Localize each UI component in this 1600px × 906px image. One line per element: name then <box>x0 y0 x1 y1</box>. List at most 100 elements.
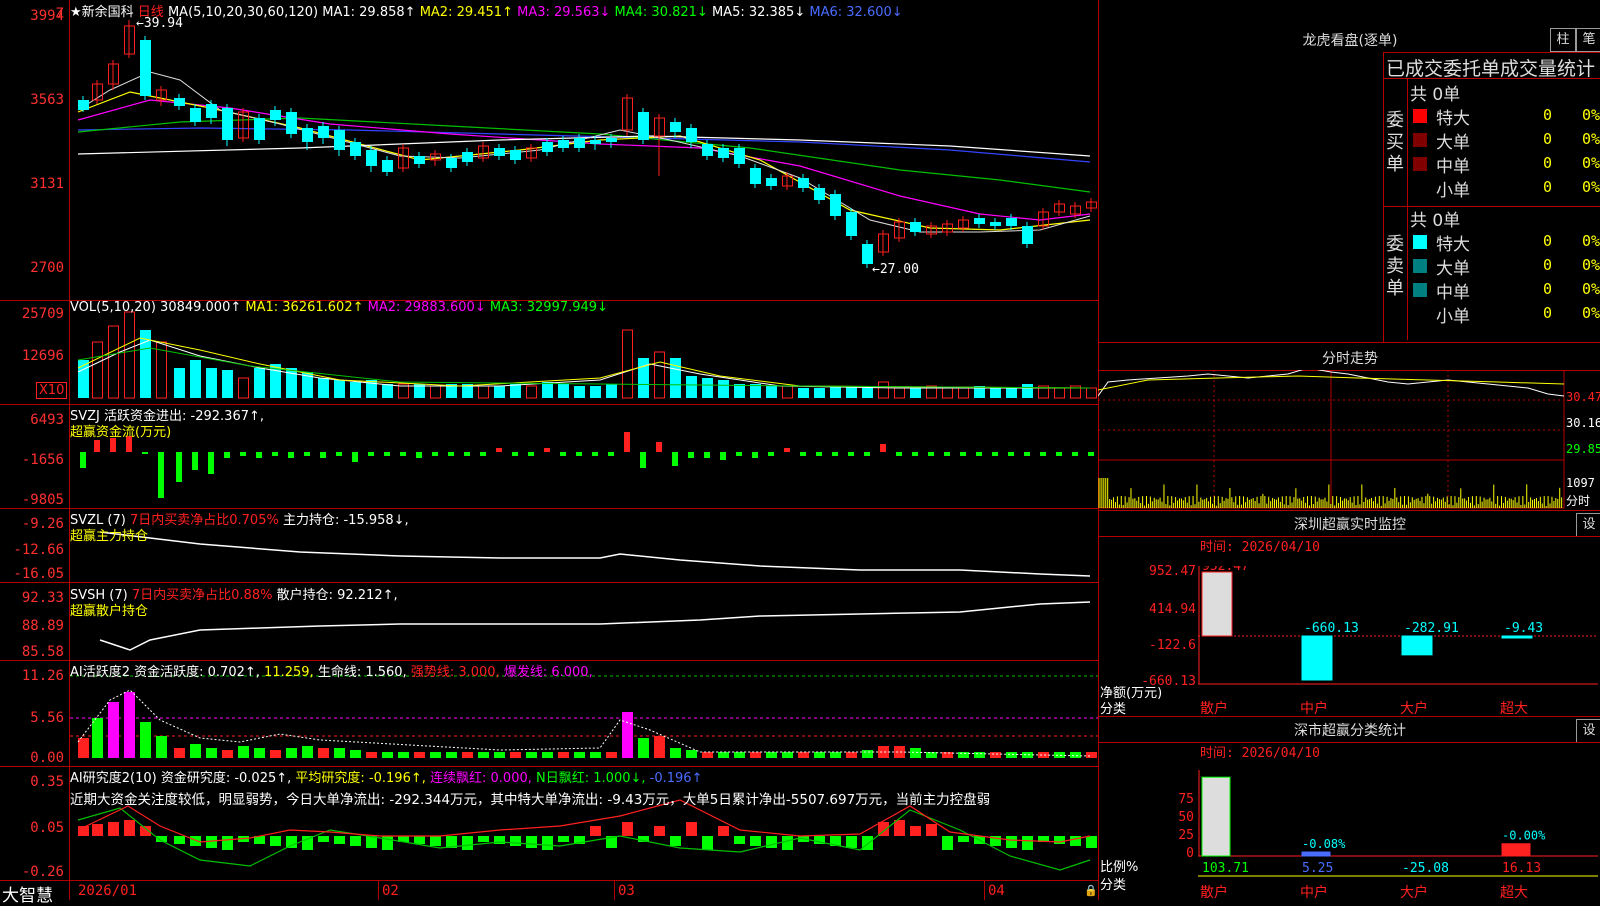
ai1-v2: 11.259, <box>264 665 314 680</box>
vol-label: VOL(5,10,20) <box>70 300 156 315</box>
ai2-bar <box>894 820 905 836</box>
volume-bar <box>108 325 119 399</box>
intraday-vol-axis: 1097 <box>1566 476 1595 490</box>
svzl-axis-1: -9.26 <box>21 516 64 532</box>
ai1-bar <box>254 748 265 758</box>
volume-bar <box>206 368 217 398</box>
date-label-4: 04 <box>988 883 1005 899</box>
ai1-bar <box>942 752 953 758</box>
candle-body <box>974 218 985 224</box>
ai2-axis-3: -0.26 <box>21 864 64 880</box>
volume-bar <box>334 380 345 398</box>
stats-category-3: 超大 <box>1500 885 1528 901</box>
candle-body <box>846 212 857 236</box>
ai1-bar <box>318 748 329 758</box>
vol-ma3: MA3: 32997.949↓ <box>489 300 608 315</box>
ai2-bar <box>1070 836 1081 846</box>
stats-settings-button[interactable]: 设 <box>1576 719 1600 743</box>
svzj-bar <box>480 452 486 456</box>
ai1-header: AI活跃度2 资金活跃度: 0.702↑, 11.259, 生命线: 1.560… <box>70 661 593 680</box>
buy-row-pct: 0% <box>1581 154 1600 172</box>
stats-category-2: 大户 <box>1400 885 1428 901</box>
svzj-bar <box>896 452 902 456</box>
ai1-bar <box>654 736 665 758</box>
candle-body <box>1022 226 1033 244</box>
ai1-bar <box>350 750 361 758</box>
tick-mode-button[interactable]: 笔 <box>1576 28 1600 52</box>
vol-axis-2: 12696 <box>21 348 64 364</box>
sell-row-value: 0 <box>1542 304 1552 322</box>
stats-chart: 103.71 5.25 -0.08% -25.08 16.13 -0.00% <box>1198 770 1598 877</box>
ai1-bar <box>990 752 1001 758</box>
volume-bar <box>686 376 697 398</box>
monitor-axis-2: 414.94 <box>1149 602 1196 617</box>
candle-body <box>222 108 233 140</box>
ai1-bar <box>974 752 985 758</box>
ai2-bar <box>1054 836 1065 844</box>
svzj-bar <box>336 452 342 456</box>
bar-mode-button[interactable]: 柱 <box>1550 28 1576 52</box>
stats-time: 时间: 2026/04/10 <box>1200 746 1320 761</box>
svzl-ratio: 7日内买卖净占比0.705% <box>129 513 279 528</box>
monitor-top-border <box>1098 510 1600 511</box>
sell-row-label: 小单 <box>1436 307 1470 327</box>
candle-body <box>350 142 361 156</box>
ai1-bar <box>638 738 649 758</box>
ai1-bars <box>78 692 1097 758</box>
monitor-chart: 952.47 -660.13 -282.91 -9.43 <box>1198 566 1598 685</box>
candle-body <box>574 138 585 148</box>
ai1-v3: 生命线: 1.560, <box>317 665 407 680</box>
monitor-title: 深圳超赢实时监控 <box>1294 517 1406 533</box>
stock-name[interactable]: ★新余国科 <box>70 5 134 20</box>
date-label-3: 03 <box>618 883 635 899</box>
lock-icon[interactable]: 🔒 <box>1084 884 1098 897</box>
sell-row-label: 中单 <box>1436 283 1470 303</box>
ai1-bar <box>124 692 135 758</box>
svzj-bar <box>752 452 758 458</box>
svsh-line <box>99 601 1091 651</box>
volume-bar <box>318 378 329 398</box>
ai1-bar <box>862 750 873 758</box>
ai2-bar <box>718 826 729 836</box>
candle-body <box>814 188 825 200</box>
stats-bar-0 <box>1201 776 1231 857</box>
dragon-top-border <box>1383 52 1600 53</box>
sell-row-pct: 0% <box>1581 256 1600 274</box>
svzj-bar <box>640 452 646 468</box>
ma2-value: MA2: 29.451↑ <box>419 5 513 20</box>
vol-ma1: MA1: 36261.602↑ <box>245 300 364 315</box>
monitor-bar-label-3: -9.43 <box>1504 621 1543 636</box>
volume-bar <box>878 381 889 399</box>
volume-bar <box>622 329 633 399</box>
volume-bar <box>1022 384 1033 398</box>
volume-bar <box>830 386 841 398</box>
svzj-bar <box>304 452 310 456</box>
monitor-settings-button[interactable]: 设 <box>1576 513 1600 537</box>
svsh-axis-2: 88.89 <box>21 618 64 634</box>
volume-bar <box>734 384 745 398</box>
svsh-axis-1: 92.33 <box>21 590 64 606</box>
main-chart-canvas[interactable] <box>0 0 1098 900</box>
monitor-category-1: 中户 <box>1300 701 1328 717</box>
svzj-bar <box>158 452 164 498</box>
ai1-bar <box>622 712 633 758</box>
volume-bar <box>526 385 537 399</box>
svzj-bar <box>864 452 870 456</box>
ai2-bar <box>926 824 937 836</box>
ai2-bar <box>846 836 857 848</box>
ai1-v1: 资金活跃度: 0.702↑, <box>134 665 260 680</box>
volume-bar <box>542 382 553 398</box>
ai1-bar <box>782 752 793 758</box>
intraday-chart[interactable] <box>1098 370 1600 510</box>
vol-unit-badge: X10 <box>36 382 68 399</box>
dragon-header-divider <box>1383 78 1600 79</box>
candle-body <box>270 110 281 120</box>
ai1-bar <box>286 748 297 758</box>
svzj-bar <box>400 452 406 456</box>
buy-row-label: 小单 <box>1436 181 1470 201</box>
ai1-bar <box>558 752 569 758</box>
stats-bar-label-2: -25.08 <box>1402 861 1449 876</box>
ai2-bar <box>702 836 713 850</box>
svzj-bar <box>288 452 294 458</box>
ai1-axis-2: 5.56 <box>30 710 64 726</box>
